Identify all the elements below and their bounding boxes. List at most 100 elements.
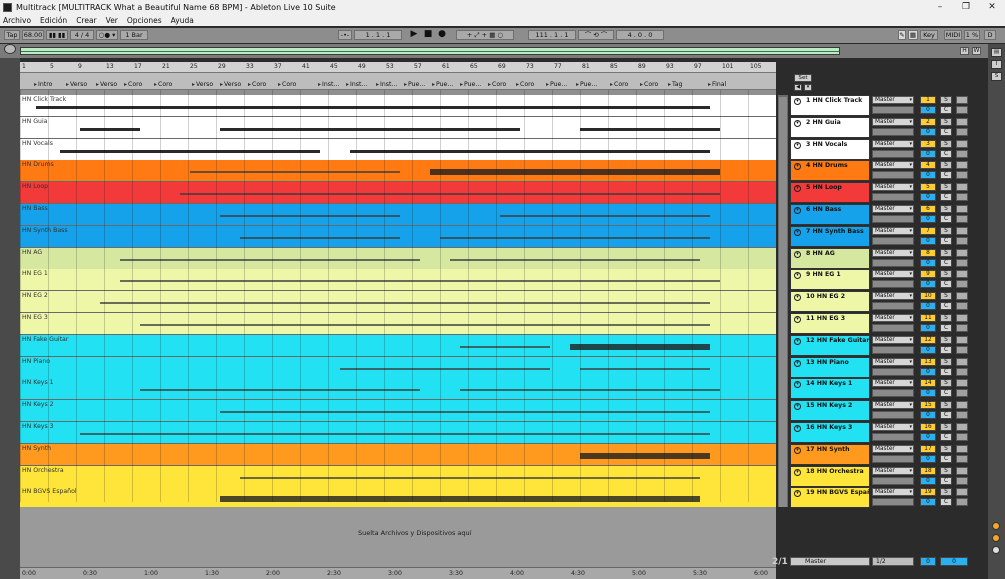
- arm-button[interactable]: [956, 357, 968, 366]
- audio-clip[interactable]: HN EG 3: [20, 313, 776, 334]
- output-routing-select[interactable]: Master: [872, 444, 914, 453]
- track-lane[interactable]: HN Vocals: [20, 138, 776, 161]
- track-header[interactable]: ▾ 3 HN Vocals Master 30SC: [790, 138, 985, 161]
- track-header[interactable]: ▾ 12 HN Fake GuitarMaster 120SC: [790, 334, 985, 357]
- audio-clip[interactable]: HN Click Track: [20, 95, 776, 116]
- track-header[interactable]: ▾ 9 HN EG 1 Master 90SC: [790, 269, 985, 291]
- locator-23[interactable]: Final: [708, 81, 737, 88]
- routing-channel-select[interactable]: [872, 367, 914, 376]
- track-header[interactable]: ▾ 10 HN EG 2 Master 100SC: [790, 291, 985, 313]
- arrangement-overview[interactable]: H W: [0, 44, 1005, 58]
- crossfade-button[interactable]: [956, 454, 968, 463]
- track-lane[interactable]: HN Keys 3: [20, 422, 776, 444]
- arm-button[interactable]: [956, 270, 968, 279]
- audio-clip[interactable]: HN Guia: [20, 116, 776, 138]
- solo-button[interactable]: S: [940, 466, 952, 475]
- arm-button[interactable]: [956, 335, 968, 344]
- solo-button[interactable]: S: [940, 183, 952, 192]
- track-volume[interactable]: 0: [920, 106, 936, 114]
- track-title[interactable]: ▾ 11 HN EG 3: [790, 313, 870, 334]
- output-routing-select[interactable]: Master: [872, 161, 914, 170]
- pan-button[interactable]: C: [940, 389, 952, 398]
- beat-time-ruler[interactable]: 1 5 9 13 17 21 25 29 33 37 41 45 49 53 57 61 65 69 73 77 81 8…: [20, 62, 776, 73]
- track-lane[interactable]: HN Fake Guitar: [20, 334, 776, 357]
- track-title[interactable]: ▾ 8 HN AG: [790, 247, 870, 269]
- follow-button[interactable]: -•-: [338, 30, 352, 40]
- audio-clip[interactable]: HN Vocals: [20, 138, 776, 160]
- time-signature-field[interactable]: 4 / 4: [70, 30, 94, 40]
- track-activator-button[interactable]: 14: [920, 379, 936, 388]
- track-activator-button[interactable]: 11: [920, 314, 936, 322]
- draw-mode-icon[interactable]: ✎: [898, 30, 906, 40]
- track-volume[interactable]: 0: [920, 302, 936, 311]
- track-header[interactable]: ▾ 11 HN EG 3 Master 11 0SC: [790, 313, 985, 335]
- track-lane[interactable]: HN EG 3: [20, 313, 776, 335]
- solo-button[interactable]: S: [940, 161, 952, 170]
- master-pan[interactable]: 0: [940, 557, 968, 566]
- fold-track-icon[interactable]: ▾: [794, 119, 801, 127]
- solo-button[interactable]: S: [940, 292, 952, 301]
- key-map-button[interactable]: Key: [920, 30, 938, 40]
- crossfade-button[interactable]: [956, 106, 968, 114]
- menu-crear[interactable]: Crear: [76, 16, 96, 25]
- routing-channel-select[interactable]: [872, 411, 914, 420]
- routing-channel-select[interactable]: [872, 345, 914, 354]
- arm-button[interactable]: [956, 401, 968, 410]
- time-ruler[interactable]: 0:00 0:30 1:00 1:30 2:00 2:30 3:00 3:30 4:00 4:30…: [20, 567, 776, 579]
- track-activator-button[interactable]: 1: [920, 96, 936, 104]
- master-track[interactable]: Master 1/2 0 0: [790, 557, 985, 567]
- track-activator-button[interactable]: 18: [920, 466, 936, 475]
- track-header[interactable]: ▾ 5 HN Loop Master 50SC: [790, 182, 985, 204]
- loop-switch-buttons[interactable]: ⌒ ⟲ ⌒: [578, 30, 614, 40]
- track-header[interactable]: ▾ 8 HN AG Master 80SC: [790, 247, 985, 270]
- track-header[interactable]: ▾ 6 HN Bass Master 6 0SC: [790, 204, 985, 226]
- master-volume[interactable]: 0: [920, 557, 936, 566]
- locator-2[interactable]: Verso: [66, 81, 95, 88]
- track-volume[interactable]: 0: [920, 258, 936, 267]
- track-lane[interactable]: HN Drums: [20, 160, 776, 183]
- crossfade-button[interactable]: [956, 389, 968, 398]
- track-header[interactable]: ▾ 7 HN Synth Bass Master 70SC: [790, 225, 985, 248]
- output-routing-select[interactable]: Master: [872, 205, 914, 213]
- track-lane[interactable]: HN Click Track: [20, 95, 776, 117]
- solo-button[interactable]: S: [940, 96, 952, 104]
- locator-bar[interactable]: IntroVersoVersoCoroCoroVersoVersoCoroCor…: [20, 73, 776, 90]
- track-activator-button[interactable]: 16: [920, 423, 936, 431]
- track-volume[interactable]: 0: [920, 411, 936, 420]
- audio-clip[interactable]: HN EG 2: [20, 291, 776, 313]
- solo-button[interactable]: S: [940, 357, 952, 366]
- solo-button[interactable]: S: [940, 444, 952, 453]
- locator-10[interactable]: Inst...: [318, 81, 345, 88]
- track-title[interactable]: ▾ 10 HN EG 2: [790, 291, 870, 313]
- fold-track-icon[interactable]: ▾: [794, 228, 801, 236]
- routing-channel-select[interactable]: [872, 258, 914, 267]
- pan-button[interactable]: C: [940, 236, 952, 245]
- drop-area[interactable]: Suelta Archivos y Dispositivos aquí: [20, 507, 776, 567]
- tap-tempo-button[interactable]: Tap: [4, 30, 20, 40]
- routing-channel-select[interactable]: [872, 106, 914, 114]
- arm-button[interactable]: [956, 96, 968, 104]
- arm-button[interactable]: [956, 183, 968, 192]
- maximize-icon[interactable]: ❐: [953, 2, 979, 12]
- crossfade-button[interactable]: [956, 258, 968, 267]
- pan-button[interactable]: C: [940, 127, 952, 136]
- locator-13[interactable]: Pue...: [404, 81, 431, 88]
- track-volume[interactable]: 0: [920, 367, 936, 376]
- track-activator-button[interactable]: 4: [920, 161, 936, 170]
- track-volume[interactable]: 0: [920, 149, 936, 158]
- crossfade-button[interactable]: [956, 345, 968, 354]
- track-volume[interactable]: 0: [920, 498, 936, 507]
- loop-length-field[interactable]: 4 . 0 . 0: [616, 30, 664, 40]
- solo-button[interactable]: S: [940, 335, 952, 344]
- track-lane[interactable]: HN AG: [20, 247, 776, 270]
- arm-button[interactable]: [956, 226, 968, 235]
- track-volume[interactable]: 0: [920, 433, 936, 441]
- locator-7[interactable]: Verso: [220, 81, 247, 88]
- pan-button[interactable]: C: [940, 345, 952, 354]
- locator-18[interactable]: Pue...: [546, 81, 575, 88]
- fold-track-icon[interactable]: ▾: [794, 446, 801, 454]
- audio-clip[interactable]: HN Bass: [20, 204, 776, 225]
- track-title[interactable]: ▾ 13 HN Piano: [790, 356, 870, 378]
- track-title[interactable]: ▾ 18 HN Orchestra: [790, 465, 870, 487]
- output-routing-select[interactable]: Master: [872, 292, 914, 301]
